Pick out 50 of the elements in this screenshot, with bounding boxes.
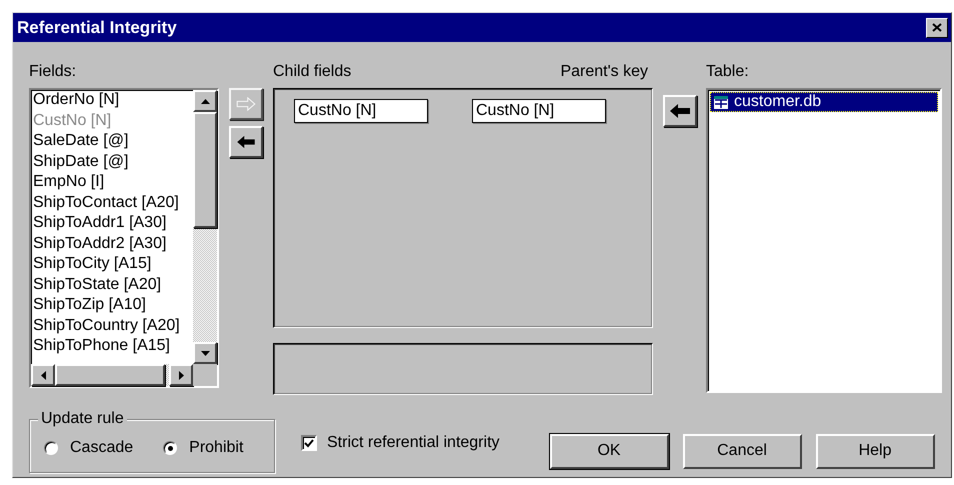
- parents-key-label: Parent's key: [560, 62, 648, 82]
- parent-key-box[interactable]: CustNo [N]: [472, 99, 606, 123]
- window-title: Referential Integrity: [17, 16, 177, 39]
- dialog-button[interactable]: OK: [550, 434, 669, 468]
- remove-field-button[interactable]: [229, 126, 263, 158]
- scrollbar-corner: [193, 364, 217, 386]
- field-item[interactable]: SaleDate [@]: [33, 131, 193, 152]
- scroll-left-icon: [40, 370, 46, 380]
- horizontal-scrollbar[interactable]: [31, 364, 193, 386]
- check-icon: [304, 438, 314, 448]
- field-item[interactable]: ShipDate [@]: [33, 152, 193, 172]
- close-icon: [932, 23, 942, 32]
- arrow-left-icon: [670, 104, 690, 118]
- vertical-scrollbar[interactable]: [193, 90, 217, 364]
- field-item[interactable]: OrderNo [N]: [33, 90, 193, 110]
- fields-list[interactable]: [29, 88, 219, 388]
- radio-label[interactable]: Cascade: [70, 436, 134, 460]
- arrow-right-icon: [236, 97, 256, 111]
- scroll-up-icon: [200, 98, 210, 104]
- field-item[interactable]: ShipToCity [A15]: [33, 254, 193, 274]
- child-field-box[interactable]: CustNo [N]: [294, 99, 428, 123]
- field-item[interactable]: ShipToZip [A10]: [33, 295, 193, 316]
- field-item[interactable]: ShipToPhone [A15]: [33, 336, 193, 356]
- checkbox[interactable]: [301, 435, 317, 451]
- scroll-thumb[interactable]: [55, 364, 165, 386]
- dialog-button[interactable]: Help: [816, 434, 935, 468]
- table-icon: [714, 96, 728, 108]
- close-button[interactable]: [926, 18, 948, 38]
- field-item[interactable]: ShipToContact [A20]: [33, 192, 193, 213]
- fields-label: Fields:: [29, 62, 78, 82]
- update-rule-label: Update rule: [38, 409, 127, 429]
- table-list[interactable]: customer.db: [706, 88, 942, 393]
- child-fields-label: Child fields: [273, 62, 352, 82]
- field-item[interactable]: ShipToAddr2 [A30]: [33, 234, 193, 254]
- dialog-button[interactable]: Cancel: [682, 434, 802, 468]
- radio-label[interactable]: Prohibit: [189, 436, 244, 460]
- table-label: Table:: [706, 62, 750, 82]
- field-item[interactable]: ShipToAddr1 [A30]: [33, 213, 193, 234]
- table-item[interactable]: customer.db: [710, 92, 938, 112]
- add-table-button[interactable]: [663, 95, 697, 127]
- field-item[interactable]: EmpNo [I]: [33, 172, 193, 192]
- checkbox-label[interactable]: Strict referential integrity: [327, 431, 500, 455]
- radio-button[interactable]: [163, 441, 178, 455]
- scroll-thumb[interactable]: [193, 112, 217, 228]
- field-item[interactable]: ShipToCountry [A20]: [33, 316, 193, 336]
- arrow-left-icon: [236, 135, 256, 149]
- scroll-right-icon: [178, 370, 184, 380]
- field-item[interactable]: ShipToState [A20]: [33, 274, 193, 295]
- radio-button[interactable]: [44, 441, 58, 455]
- scroll-down-icon: [200, 350, 210, 356]
